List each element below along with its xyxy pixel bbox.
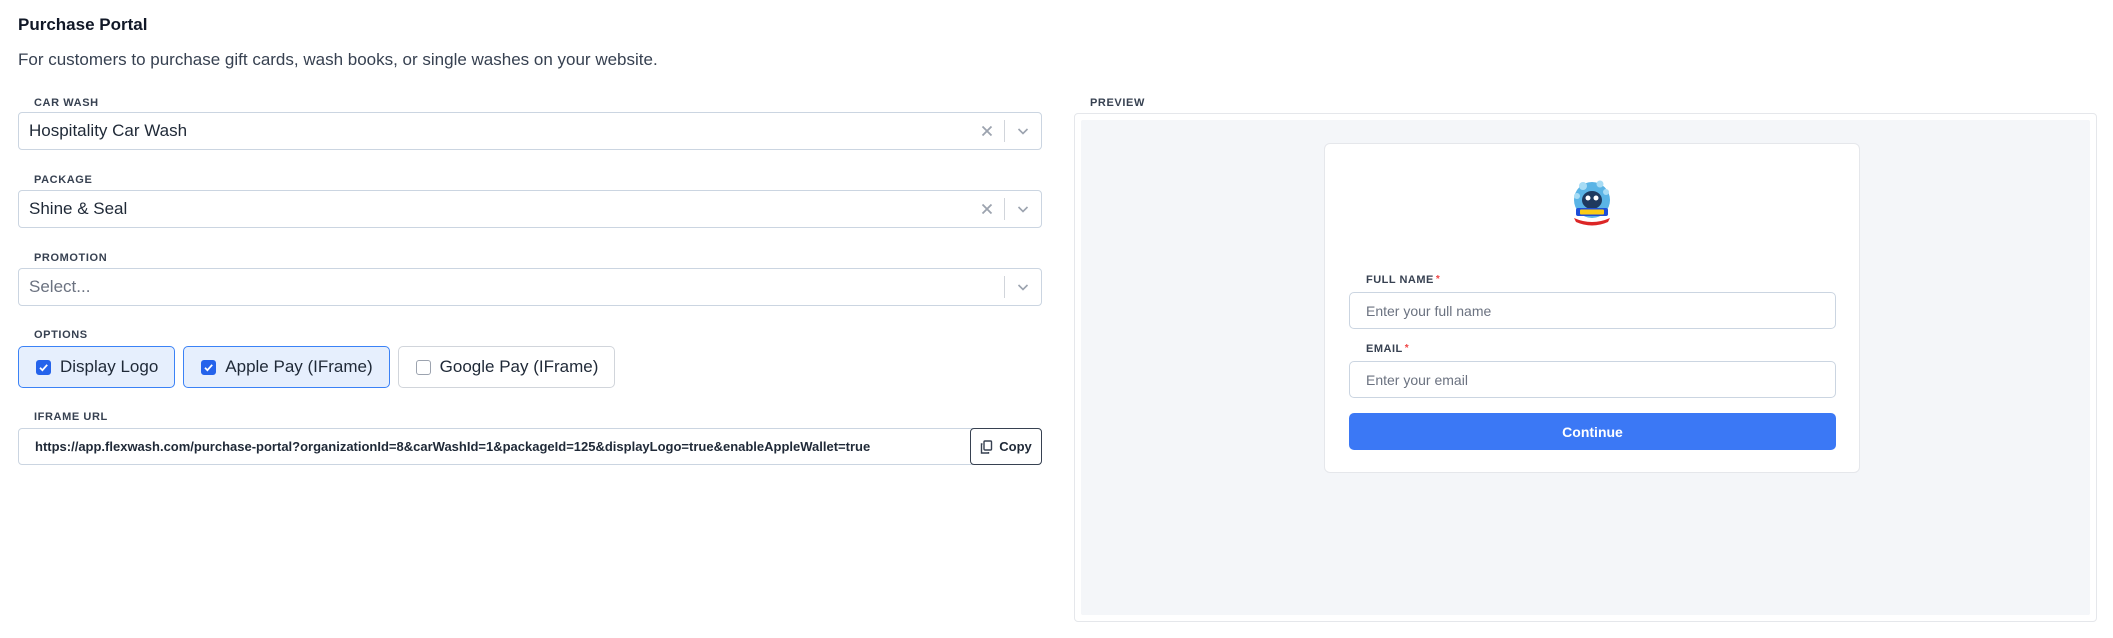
car-wash-logo	[1574, 180, 1610, 226]
checkbox-checked-icon[interactable]	[36, 359, 51, 375]
option-apple-pay[interactable]: Apple Pay (IFrame)	[183, 346, 390, 388]
continue-button[interactable]: Continue	[1349, 413, 1836, 450]
full-name-input[interactable]	[1349, 292, 1836, 329]
required-asterisk: *	[1404, 343, 1410, 354]
required-asterisk: *	[1435, 274, 1441, 285]
copy-button[interactable]: Copy	[970, 428, 1042, 465]
promotion-label: PROMOTION	[34, 252, 108, 264]
option-google-pay[interactable]: Google Pay (IFrame)	[397, 346, 616, 388]
option-display-logo[interactable]: Display Logo	[18, 346, 176, 388]
full-name-label: FULL NAME *	[1366, 274, 1440, 286]
option-label: Google Pay (IFrame)	[439, 357, 599, 376]
car-wash-value: Hospitality Car Wash	[29, 121, 188, 140]
email-input[interactable]	[1349, 361, 1836, 398]
package-select[interactable]: Shine & Seal	[18, 190, 1042, 228]
chevron-down-icon[interactable]	[1005, 202, 1041, 216]
page-description: For customers to purchase gift cards, wa…	[18, 50, 658, 69]
email-label: EMAIL *	[1366, 343, 1409, 355]
copy-icon	[981, 439, 993, 454]
page-title: Purchase Portal	[18, 15, 148, 34]
promotion-select[interactable]: Select...	[18, 268, 1042, 306]
car-wash-select[interactable]: Hospitality Car Wash	[18, 112, 1042, 150]
preview-frame: FULL NAME* EMAIL* Continue	[1074, 113, 2097, 622]
chevron-down-icon[interactable]	[1005, 124, 1041, 138]
clear-icon[interactable]	[970, 203, 1004, 215]
copy-label: Copy	[999, 439, 1032, 454]
iframe-url-value[interactable]: https://app.flexwash.com/purchase-portal…	[19, 439, 970, 454]
clear-icon[interactable]	[970, 125, 1004, 137]
promotion-placeholder: Select...	[29, 277, 91, 296]
checkbox-checked-icon[interactable]	[201, 359, 217, 375]
package-value: Shine & Seal	[29, 199, 128, 218]
options-group: Display Logo Apple Pay (IFrame) Google P…	[18, 346, 616, 388]
option-label: Apple Pay (IFrame)	[225, 357, 373, 376]
purchase-card: FULL NAME* EMAIL* Continue	[1324, 143, 1860, 473]
preview-label: PREVIEW	[1090, 97, 1145, 109]
iframe-url-field[interactable]: https://app.flexwash.com/purchase-portal…	[18, 428, 1042, 465]
preview-canvas: FULL NAME* EMAIL* Continue	[1081, 120, 2090, 615]
car-wash-label: CAR WASH	[34, 97, 99, 109]
full-name-label-text: FULL NAME	[1366, 274, 1434, 286]
email-label-text: EMAIL	[1366, 343, 1403, 355]
iframe-url-label: IFRAME URL	[34, 411, 108, 423]
checkbox-unchecked-icon[interactable]	[415, 359, 431, 375]
options-label: OPTIONS	[34, 329, 88, 341]
option-label: Display Logo	[60, 357, 159, 376]
package-label: PACKAGE	[34, 174, 93, 186]
chevron-down-icon[interactable]	[1005, 280, 1041, 294]
